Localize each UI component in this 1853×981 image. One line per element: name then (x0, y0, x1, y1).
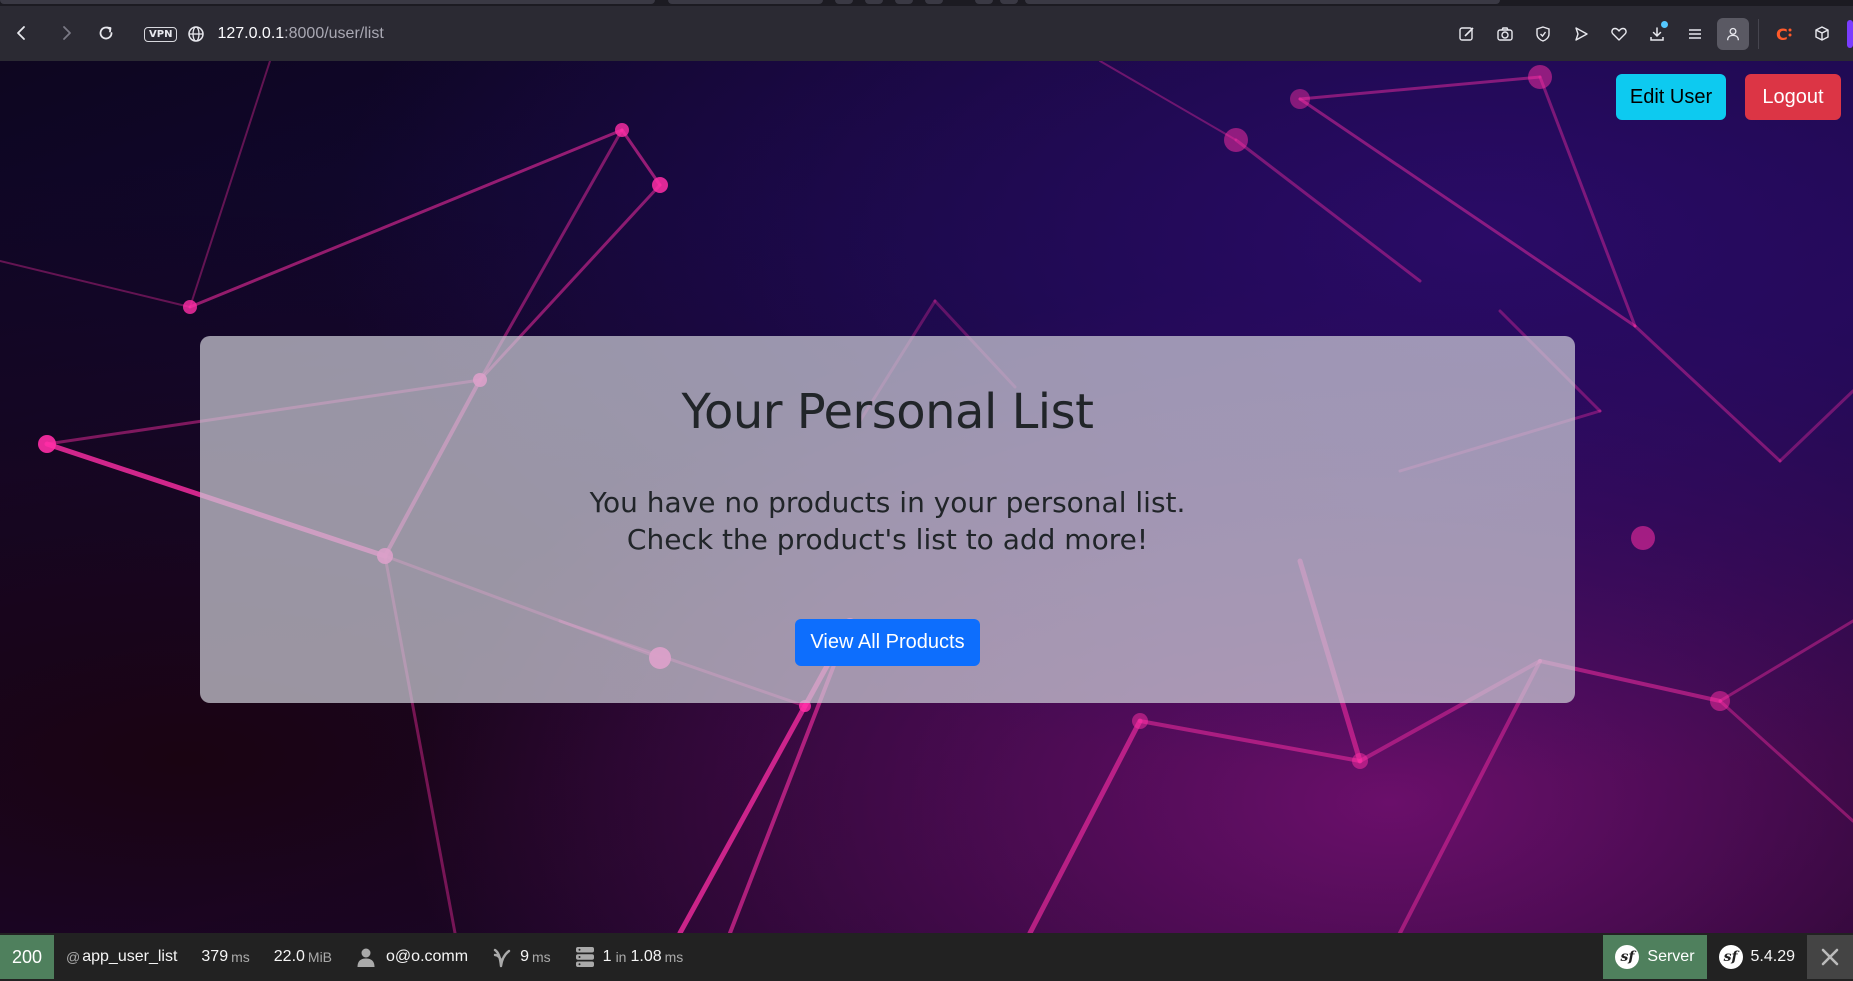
svg-text:C: C (1776, 25, 1788, 44)
db-time-value: 1.08 (630, 948, 662, 965)
empty-message-line1: You have no products in your personal li… (589, 486, 1186, 519)
cube-icon (1815, 25, 1829, 41)
route-item[interactable]: @ app_user_list (54, 935, 189, 979)
close-toolbar-button[interactable] (1807, 935, 1853, 979)
shield-button[interactable] (1524, 15, 1562, 53)
logged-user: o@o.comm (386, 948, 469, 965)
page-title: Your Personal List (681, 384, 1094, 440)
twig-time-unit: ms (531, 949, 551, 965)
logout-button[interactable]: Logout (1745, 74, 1841, 120)
back-button[interactable] (3, 14, 41, 52)
edit-user-button[interactable]: Edit User (1616, 74, 1726, 120)
heart-icon (1611, 27, 1627, 41)
request-time-item[interactable]: 379 ms (189, 935, 261, 979)
tab-stub[interactable] (668, 0, 823, 4)
menu-button[interactable] (1676, 15, 1714, 53)
database-icon (575, 947, 594, 967)
profile-icon (1727, 27, 1739, 40)
tab-stub[interactable] (1025, 0, 1500, 4)
send-button[interactable] (1562, 15, 1600, 53)
server-item[interactable]: sf Server (1603, 935, 1707, 979)
downloads-button[interactable] (1638, 15, 1676, 53)
vpn-badge[interactable]: VPN (144, 26, 178, 42)
menu-icon (1689, 28, 1701, 39)
browser-toolbar: VPN 127.0.0.1:8000/user/list C (0, 6, 1853, 61)
status-code-badge[interactable]: 200 (0, 935, 54, 979)
toolbar-separator (1758, 18, 1759, 49)
memory-value: 22.0 (273, 948, 305, 965)
reload-button[interactable] (87, 14, 125, 52)
tab-stub[interactable] (1000, 0, 1018, 4)
shield-icon (1536, 25, 1550, 42)
url-text[interactable]: 127.0.0.1:8000/user/list (217, 25, 383, 43)
security-item[interactable]: o@o.comm (344, 935, 480, 979)
symfony-logo-icon: sf (1718, 945, 1743, 969)
memory-item[interactable]: 22.0 MiB (262, 935, 344, 979)
tab-stub[interactable] (925, 0, 943, 4)
screenshot-button[interactable] (1486, 15, 1524, 53)
forward-button[interactable] (47, 14, 85, 52)
db-time-unit: ms (664, 949, 684, 965)
tab-stub[interactable] (0, 0, 655, 4)
reload-icon (99, 26, 113, 40)
server-label: Server (1647, 948, 1695, 965)
toolbar-icons: C (1448, 6, 1853, 61)
symfony-profiler-toolbar: 200 @ app_user_list 379 ms 22.0 MiB o@o.… (0, 933, 1853, 981)
extension-button[interactable]: C (1765, 15, 1803, 53)
tab-stub[interactable] (975, 0, 993, 4)
personal-list-card: Your Personal List You have no products … (200, 336, 1575, 703)
empty-list-message: You have no products in your personal li… (200, 484, 1575, 558)
camera-icon (1497, 26, 1513, 41)
back-icon (17, 26, 25, 40)
profile-button[interactable] (1717, 17, 1749, 50)
user-icon (357, 948, 375, 967)
memory-unit: MiB (307, 949, 333, 965)
edit-icon (1459, 26, 1474, 41)
request-time-unit: ms (231, 949, 250, 965)
database-item[interactable]: 1 in 1.08 ms (563, 935, 696, 979)
twig-time-value: 9 (520, 948, 529, 965)
edit-button[interactable] (1448, 15, 1486, 53)
url-path: :8000/user/list (284, 25, 384, 42)
request-time-value: 379 (201, 948, 229, 965)
page-content: Edit User Logout Your Personal List You … (0, 61, 1853, 933)
globe-icon (188, 26, 205, 42)
tab-stub[interactable] (865, 0, 883, 4)
empty-message-line2: Check the product's list to add more! (626, 523, 1149, 556)
cube-button[interactable] (1803, 15, 1841, 53)
tab-stub[interactable] (895, 0, 913, 4)
symfony-version: 5.4.29 (1750, 948, 1795, 965)
extension-icon: C (1776, 25, 1792, 44)
view-all-products-button[interactable]: View All Products (795, 619, 980, 666)
favorites-button[interactable] (1600, 15, 1638, 53)
db-query-count: 1 (602, 948, 612, 965)
send-icon (1575, 26, 1588, 41)
forward-icon (63, 26, 71, 40)
route-name: app_user_list (82, 948, 178, 965)
twig-icon (493, 948, 511, 968)
sidebar-indicator (1847, 19, 1853, 48)
symfony-version-item[interactable]: sf 5.4.29 (1707, 935, 1807, 979)
url-host: 127.0.0.1 (217, 25, 285, 42)
download-badge (1661, 20, 1668, 28)
tab-stub[interactable] (835, 0, 853, 4)
close-icon (1821, 948, 1839, 966)
db-in-label: in (615, 949, 627, 965)
twig-item[interactable]: 9 ms (480, 935, 563, 979)
route-prefix: @ (66, 949, 81, 965)
symfony-logo-icon: sf (1615, 945, 1640, 969)
